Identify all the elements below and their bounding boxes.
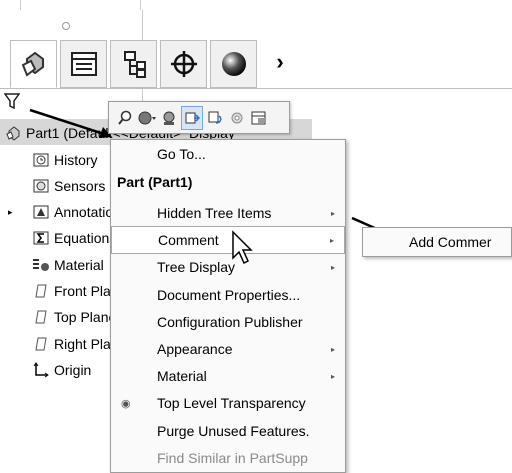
menu-item-label: Tree Display bbox=[157, 259, 236, 276]
menu-item-configuration-publisher[interactable]: Configuration Publisher bbox=[111, 308, 345, 336]
menu-item-label: Comment bbox=[158, 232, 219, 249]
appearance-icon[interactable] bbox=[137, 107, 157, 129]
menu-item-add-comment[interactable]: Add Commer bbox=[363, 228, 512, 256]
menu-item-goto[interactable]: Go To... bbox=[111, 140, 345, 168]
menu-item-top-level-transparency[interactable]: ◉ Top Level Transparency bbox=[111, 389, 345, 417]
menu-header-part: Part (Part1) bbox=[111, 168, 345, 196]
submenu-arrow-icon: ▸ bbox=[330, 208, 335, 218]
menu-item-material[interactable]: Material ▸ bbox=[111, 362, 345, 390]
submenu-arrow-icon: ▸ bbox=[330, 262, 335, 272]
menu-item-label: Document Properties... bbox=[157, 286, 301, 303]
mouse-pointer-icon bbox=[232, 230, 253, 265]
menu-item-label: Find Similar in PartSupp bbox=[157, 449, 308, 466]
zoom-to-selection-icon[interactable] bbox=[115, 107, 135, 129]
menu-item-label: Hidden Tree Items bbox=[157, 205, 272, 221]
menu-item-label: Go To... bbox=[157, 146, 206, 162]
context-toolbar bbox=[108, 101, 290, 134]
hide-show-tree-items-icon[interactable] bbox=[181, 105, 203, 130]
submenu-arrow-icon: ▸ bbox=[330, 371, 335, 381]
menu-item-label: Appearance bbox=[157, 341, 233, 357]
menu-item-appearance[interactable]: Appearance ▸ bbox=[111, 335, 345, 363]
comment-submenu: Add Commer bbox=[362, 227, 512, 257]
settings-icon[interactable] bbox=[227, 107, 247, 129]
menu-item-label: Add Commer bbox=[409, 234, 492, 250]
display-pane-icon[interactable] bbox=[249, 107, 269, 129]
transparency-icon: ◉ bbox=[121, 397, 131, 410]
menu-item-label: Configuration Publisher bbox=[157, 313, 303, 330]
menu-item-label: Purge Unused Features. bbox=[157, 422, 310, 439]
submenu-arrow-icon: ▸ bbox=[330, 344, 335, 354]
menu-item-tree-display[interactable]: Tree Display ▸ bbox=[111, 253, 345, 281]
menu-item-purge-unused-features[interactable]: Purge Unused Features. bbox=[111, 417, 345, 445]
menu-item-label: Top Level Transparency bbox=[157, 395, 306, 412]
material-edit-icon[interactable] bbox=[159, 107, 179, 129]
menu-item-comment[interactable]: Comment ▸ bbox=[111, 226, 345, 255]
menu-item-hidden-tree-items[interactable]: Hidden Tree Items ▸ bbox=[111, 199, 345, 227]
context-menu: Go To... Part (Part1) Hidden Tree Items ▸… bbox=[110, 139, 346, 473]
menu-item-find-similar-in-partsupp[interactable]: Find Similar in PartSupp bbox=[111, 444, 345, 472]
menu-item-document-properties[interactable]: Document Properties... bbox=[111, 281, 345, 309]
submenu-arrow-icon: ▸ bbox=[329, 235, 334, 245]
rollback-icon[interactable] bbox=[205, 107, 225, 129]
menu-item-label: Material bbox=[157, 368, 207, 385]
